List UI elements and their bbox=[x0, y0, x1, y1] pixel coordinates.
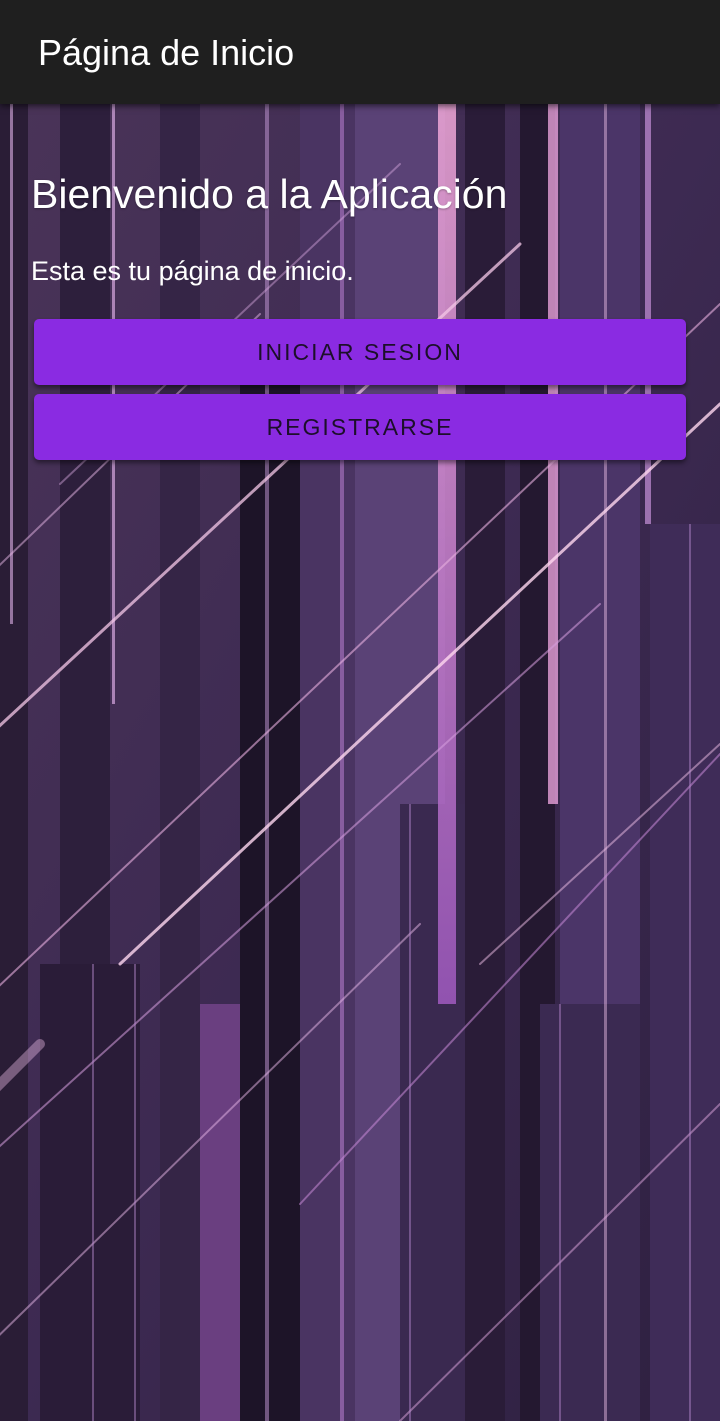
welcome-subtitle: Esta es tu página de inicio. bbox=[31, 256, 354, 286]
register-button[interactable]: REGISTRARSE bbox=[34, 394, 686, 460]
app-bar-title: Página de Inicio bbox=[38, 32, 295, 73]
welcome-heading: Bienvenido a la Aplicación bbox=[31, 171, 508, 217]
login-button[interactable]: INICIAR SESION bbox=[34, 319, 686, 385]
app-bar: Página de Inicio bbox=[0, 0, 720, 104]
background-image bbox=[0, 104, 720, 1421]
app-screen: Página de Inicio Bienvenido a la Aplicac… bbox=[0, 0, 720, 1421]
